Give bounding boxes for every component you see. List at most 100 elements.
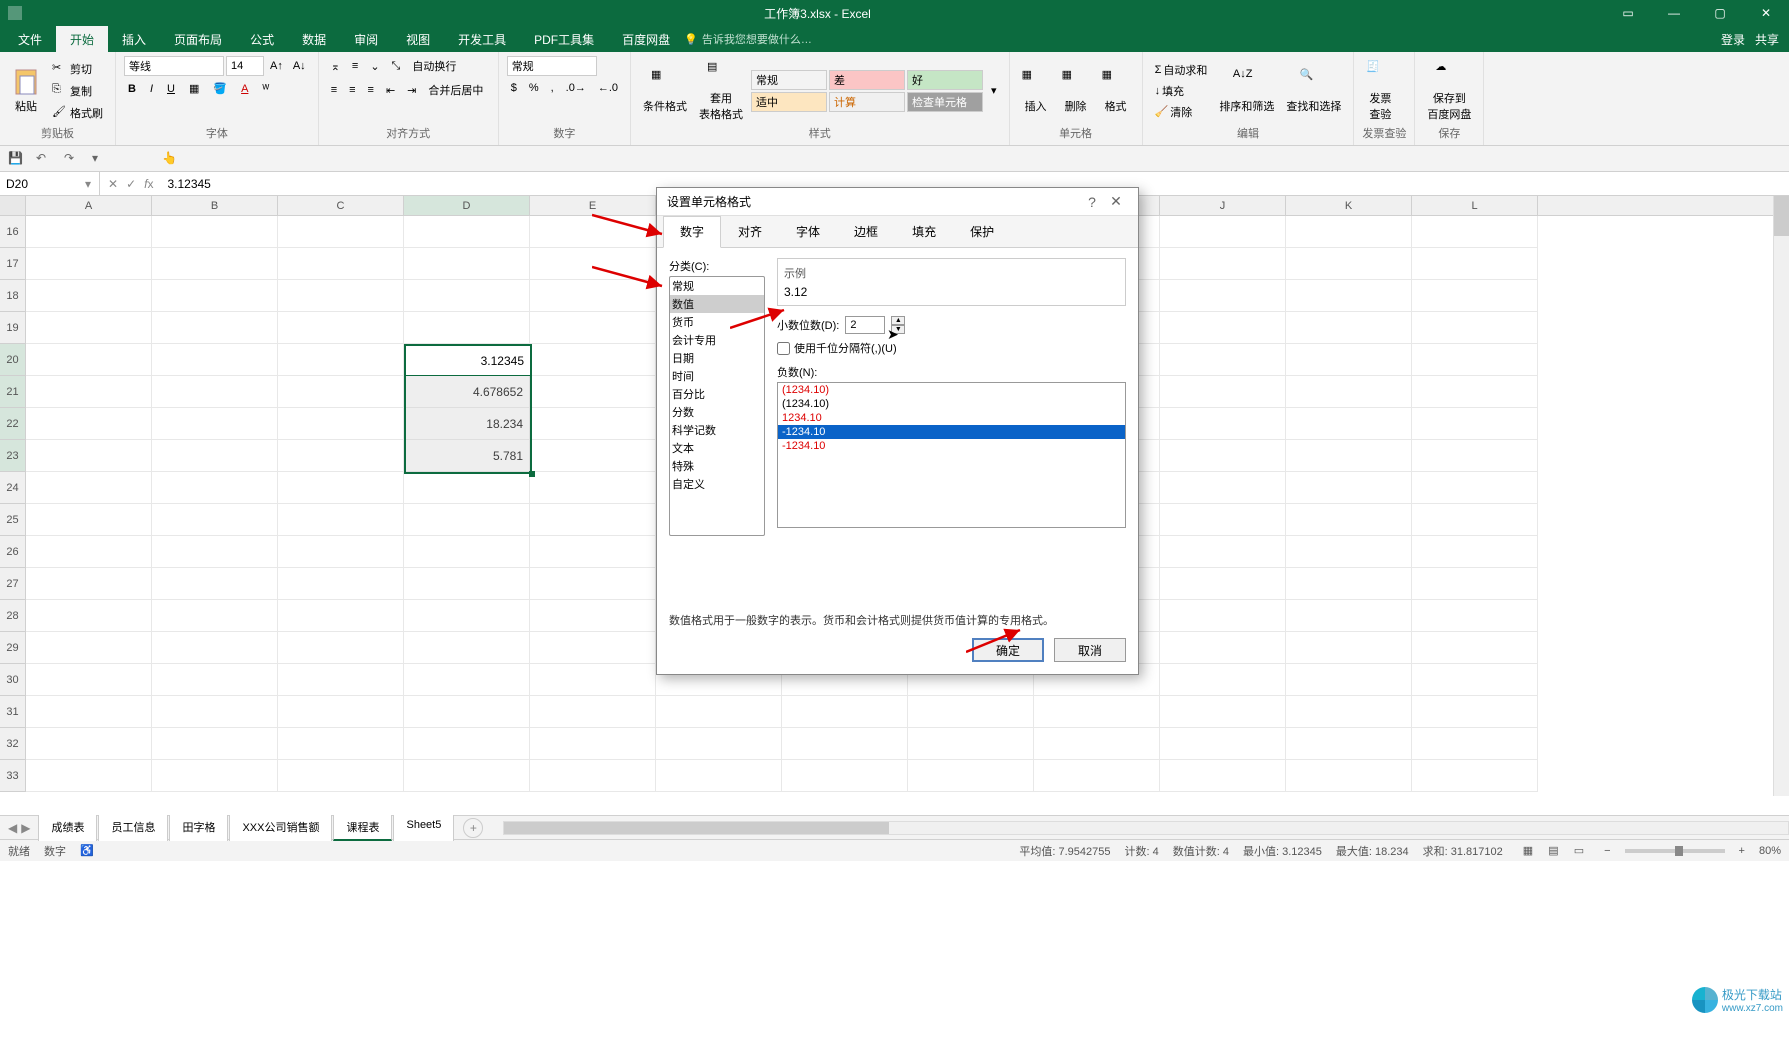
cell-L23[interactable]: [1412, 440, 1538, 472]
cell-J20[interactable]: [1160, 344, 1286, 376]
category-option-1[interactable]: 数值: [670, 295, 764, 313]
cell-H32[interactable]: [908, 728, 1034, 760]
cell-B25[interactable]: [152, 504, 278, 536]
cell-C29[interactable]: [278, 632, 404, 664]
dialog-tab-0[interactable]: 数字: [663, 216, 721, 248]
minimize-button[interactable]: —: [1651, 0, 1697, 26]
vertical-scrollbar[interactable]: [1773, 196, 1789, 796]
cell-E18[interactable]: [530, 280, 656, 312]
zoom-slider[interactable]: [1625, 849, 1725, 853]
italic-button[interactable]: I: [146, 80, 157, 97]
cell-C16[interactable]: [278, 216, 404, 248]
cell-K16[interactable]: [1286, 216, 1412, 248]
cell-E28[interactable]: [530, 600, 656, 632]
clear-button[interactable]: 🧹 清除: [1151, 102, 1212, 122]
cancel-button[interactable]: 取消: [1054, 638, 1126, 662]
category-option-6[interactable]: 百分比: [670, 385, 764, 403]
col-header-D[interactable]: D: [404, 196, 530, 215]
cell-J28[interactable]: [1160, 600, 1286, 632]
sheet-tab-0[interactable]: 成绩表: [38, 814, 97, 841]
align-bottom-icon[interactable]: ⌄: [366, 56, 383, 76]
cell-C21[interactable]: [278, 376, 404, 408]
name-box-input[interactable]: [0, 177, 80, 191]
cell-J32[interactable]: [1160, 728, 1286, 760]
cell-B19[interactable]: [152, 312, 278, 344]
dialog-tab-1[interactable]: 对齐: [721, 216, 779, 247]
tab-pdf[interactable]: PDF工具集: [520, 26, 608, 52]
cell-K26[interactable]: [1286, 536, 1412, 568]
painter-button[interactable]: 🖌格式刷: [48, 103, 107, 123]
neg-option-1[interactable]: (1234.10): [778, 397, 1125, 411]
cell-L33[interactable]: [1412, 760, 1538, 792]
cell-C20[interactable]: [278, 344, 404, 376]
confirm-formula-icon[interactable]: ✓: [126, 177, 136, 191]
cell-C22[interactable]: [278, 408, 404, 440]
cell-D30[interactable]: [404, 664, 530, 696]
cell-J22[interactable]: [1160, 408, 1286, 440]
cell-L28[interactable]: [1412, 600, 1538, 632]
cell-A20[interactable]: [26, 344, 152, 376]
horizontal-scrollbar[interactable]: [503, 821, 1789, 835]
cell-K33[interactable]: [1286, 760, 1412, 792]
row-header-29[interactable]: 29: [0, 632, 26, 664]
cell-C19[interactable]: [278, 312, 404, 344]
copy-button[interactable]: ⎘复制: [48, 81, 107, 101]
tab-home[interactable]: 开始: [56, 26, 108, 52]
col-header-J[interactable]: J: [1160, 196, 1286, 215]
row-header-22[interactable]: 22: [0, 408, 26, 440]
fill-handle[interactable]: [529, 471, 535, 477]
cell-C26[interactable]: [278, 536, 404, 568]
cell-A21[interactable]: [26, 376, 152, 408]
cell-J26[interactable]: [1160, 536, 1286, 568]
cell-K17[interactable]: [1286, 248, 1412, 280]
cell-D28[interactable]: [404, 600, 530, 632]
category-option-11[interactable]: 自定义: [670, 475, 764, 493]
name-box-dropdown-icon[interactable]: ▾: [80, 177, 96, 191]
indent-inc-icon[interactable]: ⇥: [403, 80, 420, 100]
row-header-28[interactable]: 28: [0, 600, 26, 632]
category-option-7[interactable]: 分数: [670, 403, 764, 421]
cell-I33[interactable]: [1034, 760, 1160, 792]
view-break-icon[interactable]: ▭: [1568, 845, 1590, 857]
cell-I32[interactable]: [1034, 728, 1160, 760]
ok-button[interactable]: 确定: [972, 638, 1044, 662]
cell-A33[interactable]: [26, 760, 152, 792]
cell-B21[interactable]: [152, 376, 278, 408]
font-size-select[interactable]: [226, 56, 264, 76]
row-header-21[interactable]: 21: [0, 376, 26, 408]
cell-I31[interactable]: [1034, 696, 1160, 728]
redo-icon[interactable]: ↷: [64, 151, 80, 167]
cell-G31[interactable]: [782, 696, 908, 728]
cell-J33[interactable]: [1160, 760, 1286, 792]
cell-B24[interactable]: [152, 472, 278, 504]
cell-C33[interactable]: [278, 760, 404, 792]
cell-A25[interactable]: [26, 504, 152, 536]
cell-B17[interactable]: [152, 248, 278, 280]
cell-C17[interactable]: [278, 248, 404, 280]
category-list[interactable]: 常规数值货币会计专用日期时间百分比分数科学记数文本特殊自定义: [669, 276, 765, 536]
cell-J31[interactable]: [1160, 696, 1286, 728]
number-format-select[interactable]: [507, 56, 597, 76]
view-normal-icon[interactable]: ▦: [1517, 845, 1539, 857]
cell-D20[interactable]: 3.12345: [404, 344, 530, 376]
cell-L21[interactable]: [1412, 376, 1538, 408]
cell-D24[interactable]: [404, 472, 530, 504]
cell-E24[interactable]: [530, 472, 656, 504]
cell-A17[interactable]: [26, 248, 152, 280]
fill-color-button[interactable]: 🪣: [209, 80, 231, 97]
cell-D18[interactable]: [404, 280, 530, 312]
find-select-button[interactable]: 🔍查找和选择: [1282, 66, 1345, 116]
cell-G33[interactable]: [782, 760, 908, 792]
cell-B22[interactable]: [152, 408, 278, 440]
cell-J24[interactable]: [1160, 472, 1286, 504]
sheet-tab-2[interactable]: 田字格: [169, 814, 228, 841]
col-header-A[interactable]: A: [26, 196, 152, 215]
zoom-out-icon[interactable]: −: [1604, 845, 1610, 857]
currency-icon[interactable]: $: [507, 80, 521, 96]
tab-data[interactable]: 数据: [288, 26, 340, 52]
cell-L32[interactable]: [1412, 728, 1538, 760]
row-header-31[interactable]: 31: [0, 696, 26, 728]
cell-F33[interactable]: [656, 760, 782, 792]
cell-E32[interactable]: [530, 728, 656, 760]
cell-C32[interactable]: [278, 728, 404, 760]
